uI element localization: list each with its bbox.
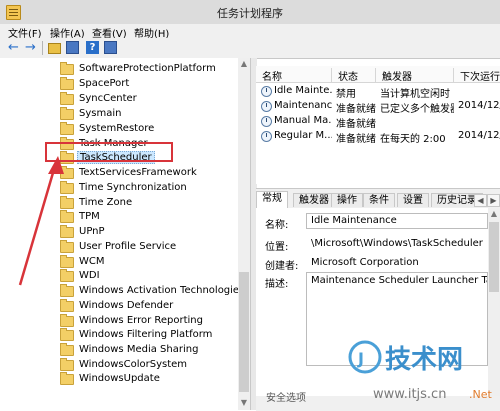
scroll-down-icon[interactable]: ▼ <box>239 398 249 408</box>
tab-general[interactable]: 常规 <box>256 191 288 208</box>
folder-icon <box>60 62 74 75</box>
details-tabs: 常规 触发器 操作 条件 设置 历史记录 ◀ ▶ <box>256 191 500 209</box>
toolbar-separator <box>42 41 43 55</box>
tab-scroll-right-icon[interactable]: ▶ <box>487 194 500 207</box>
description-label: 描述: <box>265 279 289 290</box>
folder-icon <box>60 358 74 371</box>
folder-up-icon[interactable] <box>48 43 61 54</box>
task-row[interactable]: Idle Mainte... 禁用 当计算机空闲时 <box>256 84 500 100</box>
clock-icon <box>261 116 272 127</box>
show-hide-tree-icon[interactable] <box>66 41 79 54</box>
column-header-name[interactable]: 名称 <box>256 68 332 83</box>
scroll-thumb[interactable] <box>489 222 499 292</box>
security-options-label: 安全选项 <box>266 393 306 404</box>
action-pane-icon[interactable] <box>104 41 117 54</box>
tab-triggers[interactable]: 触发器 <box>293 193 335 207</box>
folder-icon <box>60 92 74 105</box>
clock-icon <box>261 86 272 97</box>
tab-actions[interactable]: 操作 <box>331 193 363 207</box>
name-field[interactable]: Idle Maintenance <box>306 213 488 229</box>
arrow-left-icon[interactable]: ← <box>7 41 20 54</box>
arrow-right-icon[interactable]: → <box>24 41 37 54</box>
clock-icon <box>261 101 272 112</box>
brand-text: 技术网 <box>385 345 463 375</box>
folder-icon <box>60 122 74 135</box>
scroll-up-icon[interactable]: ▲ <box>239 59 249 69</box>
task-list: 名称 状态 触发器 下次运行 Idle Mainte... 禁用 当计算机空闲时… <box>256 66 500 184</box>
scroll-up-icon[interactable]: ▲ <box>489 209 499 219</box>
svg-text:J: J <box>357 349 364 368</box>
folder-icon <box>60 372 74 385</box>
watermark-url: www.itjs.cn <box>373 387 446 402</box>
site-logo-icon: J 技术网 www.itjs.cn .Net <box>348 340 492 402</box>
task-row[interactable]: Manual Ma... 准备就绪 <box>256 114 500 130</box>
tree-scrollbar[interactable]: ▲ ▼ <box>238 58 250 410</box>
author-value: Microsoft Corporation <box>311 257 419 268</box>
annotation-arrow-icon <box>18 156 64 286</box>
clock-icon <box>261 131 272 142</box>
tab-conditions[interactable]: 条件 <box>363 193 395 207</box>
scroll-thumb[interactable] <box>239 272 249 392</box>
task-row[interactable]: Regular M... 准备就绪 在每天的 2:00 2014/12/ <box>256 129 500 145</box>
window-title: 任务计划程序 <box>217 7 283 20</box>
tab-scroll-left-icon[interactable]: ◀ <box>474 194 487 207</box>
folder-icon <box>60 343 74 356</box>
column-header-status[interactable]: 状态 <box>332 68 376 83</box>
folder-icon <box>60 299 74 312</box>
help-icon[interactable]: ? <box>86 41 99 54</box>
tab-settings[interactable]: 设置 <box>397 193 429 207</box>
folder-icon <box>60 328 74 341</box>
toolbar: ← → ? <box>0 38 500 59</box>
column-header-trigger[interactable]: 触发器 <box>376 68 454 83</box>
menu-bar: 文件(F) 操作(A) 查看(V) 帮助(H) <box>0 24 500 40</box>
folder-icon <box>60 77 74 90</box>
folder-icon <box>60 314 74 327</box>
column-header-next-run[interactable]: 下次运行 <box>454 68 500 83</box>
name-label: 名称: <box>265 220 289 231</box>
watermark-suffix: .Net <box>469 388 492 401</box>
task-row[interactable]: Maintenanc... 准备就绪 已定义多个触发器 2014/12/ <box>256 99 500 115</box>
title-bar: 任务计划程序 <box>0 0 500 24</box>
folder-icon <box>60 107 74 120</box>
author-label: 创建者: <box>265 261 299 272</box>
location-value: \Microsoft\Windows\TaskScheduler <box>311 238 483 249</box>
location-label: 位置: <box>265 242 289 253</box>
